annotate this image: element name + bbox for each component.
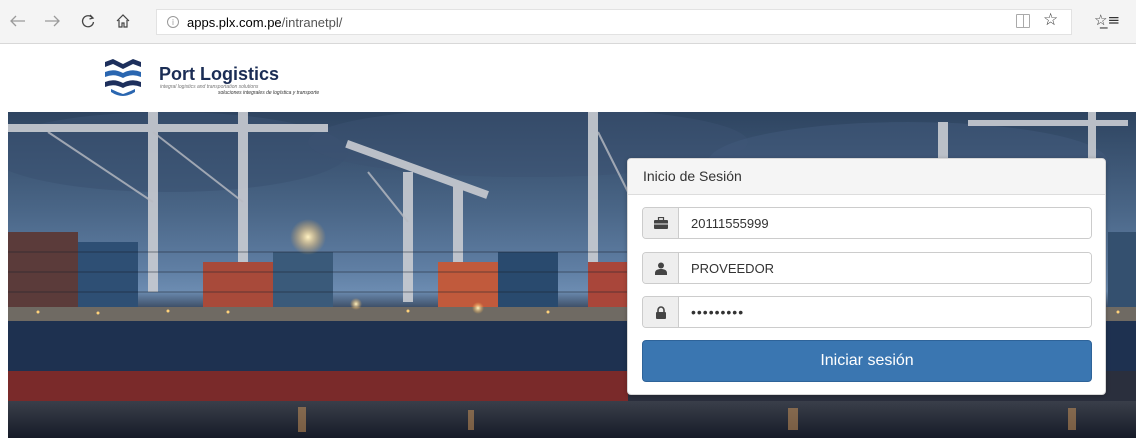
address-bar[interactable]: i apps.plx.com.pe/intranetpl/ bbox=[156, 9, 1072, 35]
user-input[interactable] bbox=[679, 253, 1091, 283]
user-input-group[interactable] bbox=[642, 252, 1092, 284]
brand-name: Port Logistics bbox=[159, 64, 280, 84]
refresh-icon[interactable] bbox=[77, 10, 99, 32]
site-header: Port Logistics integral logistics and tr… bbox=[0, 44, 1136, 112]
url-text[interactable]: apps.plx.com.pe/intranetpl/ bbox=[187, 15, 342, 30]
home-icon[interactable] bbox=[112, 10, 134, 32]
info-icon[interactable]: i bbox=[167, 16, 179, 28]
login-title: Inicio de Sesión bbox=[628, 159, 1105, 195]
ruc-input[interactable] bbox=[679, 208, 1091, 238]
port-logistics-logo-icon[interactable] bbox=[103, 58, 143, 101]
login-panel: Inicio de Sesión Iniciar sesión bbox=[627, 158, 1106, 395]
password-input[interactable] bbox=[679, 297, 1091, 327]
ruc-input-group[interactable] bbox=[642, 207, 1092, 239]
password-input-group[interactable] bbox=[642, 296, 1092, 328]
forward-icon[interactable] bbox=[41, 10, 63, 32]
lock-icon bbox=[643, 297, 679, 327]
back-icon[interactable] bbox=[7, 10, 29, 32]
login-submit-button[interactable]: Iniciar sesión bbox=[642, 340, 1092, 382]
favorites-icon[interactable]: ☆̲≡ bbox=[1094, 11, 1120, 29]
browser-toolbar: i apps.plx.com.pe/intranetpl/ ☆ ☆̲≡ bbox=[0, 0, 1136, 44]
star-icon[interactable]: ☆ bbox=[1043, 10, 1058, 30]
tagline-es: soluciones integrales de logística y tra… bbox=[218, 90, 320, 96]
briefcase-icon bbox=[643, 208, 679, 238]
reading-view-icon[interactable] bbox=[1016, 14, 1030, 28]
user-icon bbox=[643, 253, 679, 283]
